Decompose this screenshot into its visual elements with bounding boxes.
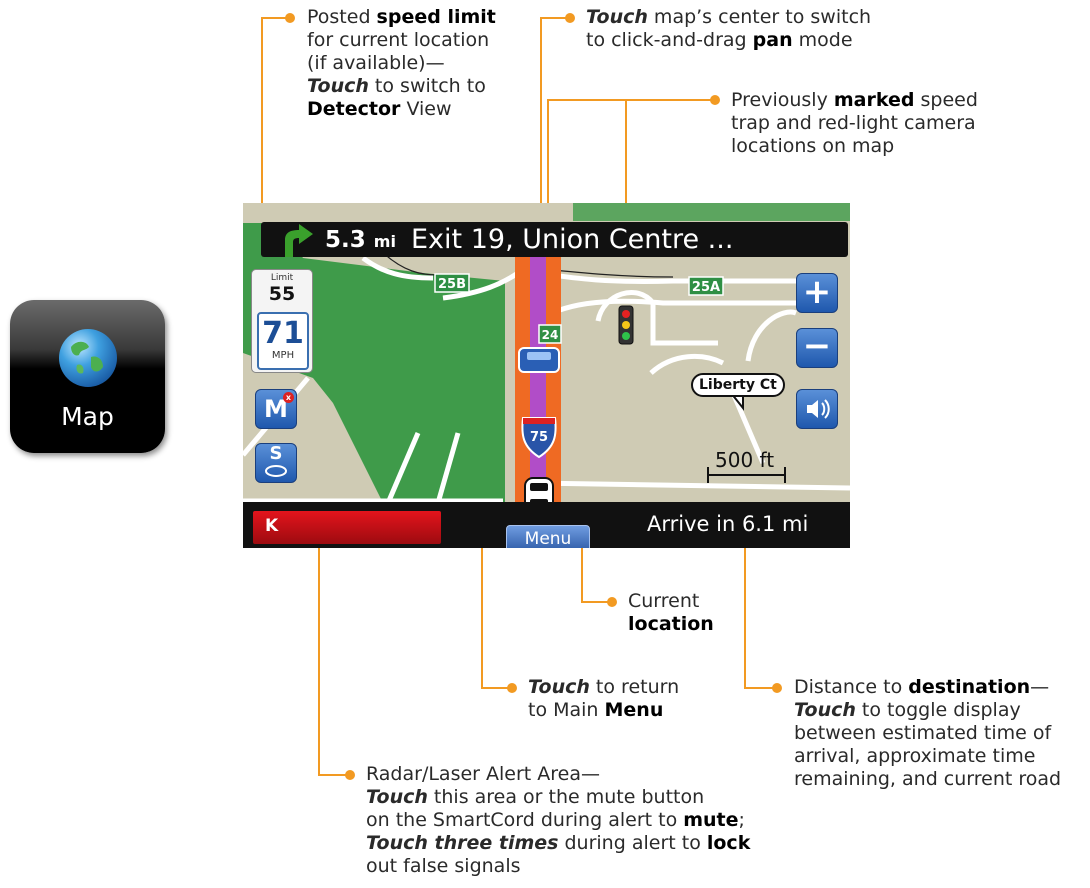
mark-location-button[interactable]: M x — [255, 389, 297, 429]
speed-limit-annotation: Posted speed limit for current location … — [307, 6, 496, 120]
pan-annotation: Touch map’s center to switch to click-an… — [586, 6, 872, 51]
radar-leader — [318, 535, 350, 776]
compass-icon — [265, 465, 287, 477]
marked-annotation: Previously marked speed trap and red-lig… — [731, 89, 978, 157]
arrive-distance[interactable]: Arrive in 6.1 mi — [647, 512, 808, 536]
menu-button[interactable]: Menu — [506, 525, 590, 548]
current-speed: 71 MPH — [257, 312, 309, 370]
radar-alert-area[interactable]: K — [253, 511, 441, 544]
map-app-icon[interactable]: Map — [10, 300, 165, 453]
menu-annotation: Touch to return to Main Menu — [528, 676, 680, 721]
speed-limit-value: 55 — [268, 283, 296, 305]
zoom-in-button[interactable]: + — [796, 273, 838, 313]
current-location-annotation: Current location — [628, 590, 714, 635]
route-distance: 5.3 mi — [325, 227, 396, 253]
globe-icon — [59, 329, 117, 387]
compass-label: S — [269, 443, 283, 464]
current-speed-value: 71 — [262, 316, 304, 351]
street-label: Liberty Ct — [691, 373, 785, 397]
scale-label: 500 ft — [715, 448, 775, 472]
volume-button[interactable] — [796, 389, 838, 429]
turn-right-arrow-icon — [285, 224, 313, 257]
speaker-icon — [807, 399, 830, 419]
svg-text:75: 75 — [530, 430, 548, 445]
close-icon: x — [283, 392, 294, 403]
navigation-screen[interactable]: 25B 25A 24 75 5.3 mi Exit 19, Union Cent… — [243, 203, 850, 548]
app-label: Map — [61, 402, 114, 431]
menu-leader — [481, 537, 512, 689]
zoom-out-button[interactable]: − — [796, 328, 838, 368]
alert-band-label: K — [265, 516, 279, 536]
red-light-camera-icon — [618, 305, 634, 345]
speed-unit: MPH — [271, 350, 295, 361]
destination-annotation: Distance to destination— Touch to toggle… — [794, 676, 1062, 790]
radar-annotation: Radar/Laser Alert Area— Touch this area … — [366, 763, 751, 877]
exit-sign-24: 24 — [542, 328, 559, 342]
compass-button[interactable]: S — [255, 443, 297, 483]
exit-sign-25a: 25A — [692, 280, 720, 295]
speed-limit-label: Limit — [270, 273, 294, 283]
speed-trap-icon — [518, 347, 560, 373]
exit-sign-25b: 25B — [438, 277, 466, 292]
speed-limit-display[interactable]: Limit 55 71 MPH — [251, 269, 313, 373]
route-exit-name: Exit 19, Union Centre ... — [411, 224, 734, 255]
destination-leader — [744, 537, 777, 689]
route-banner[interactable]: 5.3 mi Exit 19, Union Centre ... — [261, 222, 848, 257]
